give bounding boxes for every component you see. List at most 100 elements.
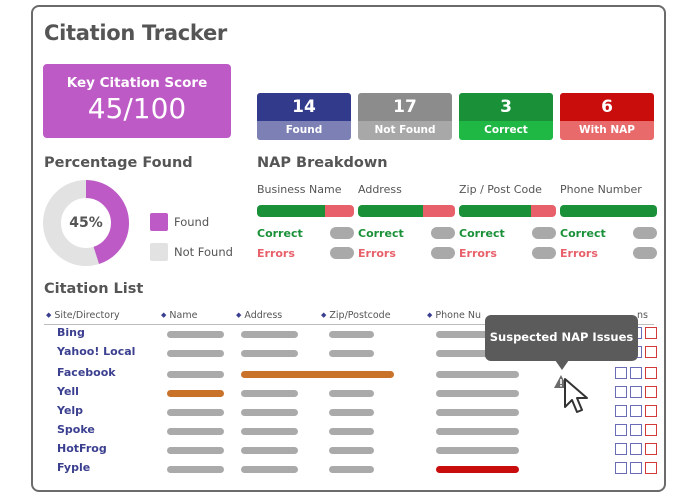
site-name[interactable]: Fyple (57, 461, 90, 474)
view-action-button[interactable] (615, 462, 627, 474)
errors-label: Errors (459, 246, 497, 260)
stat-value: 14 (257, 93, 351, 121)
address-value-bar (241, 331, 298, 338)
errors-count-placeholder (633, 247, 657, 259)
name-value-bar (167, 409, 224, 416)
column-header-label: Zip/Postcode (329, 310, 391, 321)
zip-value-bar (329, 350, 374, 357)
legend-label: Found (174, 215, 210, 229)
view-action-button[interactable] (615, 386, 627, 398)
stat-correct[interactable]: 3 Correct (459, 93, 553, 140)
nap-correct-segment (257, 205, 325, 217)
column-header-label: Site/Directory (54, 310, 120, 321)
delete-action-button[interactable] (645, 443, 657, 455)
address-value-bar (241, 428, 298, 435)
errors-label: Errors (257, 246, 295, 260)
stat-not-found[interactable]: 17 Not Found (358, 93, 452, 140)
nap-column-zip: Zip / Post Code Correct Errors (459, 183, 556, 260)
stat-value: 17 (358, 93, 452, 121)
column-header-site[interactable]: ◆ Site/Directory (46, 310, 120, 321)
nap-errors-row: Errors (560, 246, 657, 260)
name-value-bar (167, 466, 224, 473)
nap-progress-bar (459, 205, 556, 217)
address-value-bar (241, 350, 298, 357)
edit-action-button[interactable] (630, 367, 642, 379)
name-value-bar (167, 390, 224, 397)
edit-action-button[interactable] (630, 405, 642, 417)
nap-correct-row: Correct (358, 226, 455, 240)
view-action-button[interactable] (615, 405, 627, 417)
column-header-actions[interactable]: ns (637, 310, 648, 321)
column-header-label: Address (244, 310, 283, 321)
legend-label: Not Found (174, 245, 233, 259)
address-value-bar (241, 390, 298, 397)
zip-value-bar (329, 331, 374, 338)
errors-label: Errors (358, 246, 396, 260)
site-name[interactable]: Facebook (57, 366, 116, 379)
zip-value-bar (329, 447, 374, 454)
column-header-label: Phone Nu (435, 310, 481, 321)
view-action-button[interactable] (615, 367, 627, 379)
nap-correct-row: Correct (257, 226, 354, 240)
nap-progress-bar (257, 205, 354, 217)
name-value-bar (167, 350, 224, 357)
citation-row[interactable]: Fyple (44, 460, 657, 479)
nap-column-label: Business Name (257, 183, 342, 196)
name-value-bar (167, 447, 224, 454)
name-value-bar (167, 331, 224, 338)
column-header-name[interactable]: ◆ Name (161, 310, 197, 321)
delete-action-button[interactable] (645, 405, 657, 417)
edit-action-button[interactable] (630, 462, 642, 474)
citation-row[interactable]: Spoke (44, 422, 657, 441)
nap-column-business-name: Business Name Correct Errors (257, 183, 354, 260)
delete-action-button[interactable] (645, 462, 657, 474)
delete-action-button[interactable] (645, 367, 657, 379)
site-name[interactable]: Yahoo! Local (57, 345, 135, 358)
nap-progress-bar (560, 205, 657, 217)
site-name[interactable]: Yelp (57, 404, 83, 417)
delete-action-button[interactable] (645, 386, 657, 398)
nap-error-segment (324, 205, 354, 217)
citation-list-heading: Citation List (44, 281, 144, 297)
edit-action-button[interactable] (630, 424, 642, 436)
delete-action-button[interactable] (645, 346, 657, 358)
nap-error-segment (422, 205, 455, 217)
stat-label: Correct (459, 121, 553, 140)
stat-nap-errors[interactable]: 6 With NAP Errors (560, 93, 654, 140)
nap-column-label: Zip / Post Code (459, 183, 542, 196)
percentage-found-heading: Percentage Found (44, 155, 193, 171)
correct-count-placeholder (431, 227, 455, 239)
site-name[interactable]: Spoke (57, 423, 95, 436)
edit-action-button[interactable] (630, 386, 642, 398)
column-header-label: Name (169, 310, 198, 321)
phone-value-bar (436, 390, 519, 397)
nap-correct-segment (560, 205, 657, 217)
correct-count-placeholder (633, 227, 657, 239)
stat-found[interactable]: 14 Found (257, 93, 351, 140)
tooltip-arrow (555, 360, 569, 370)
view-action-button[interactable] (615, 443, 627, 455)
site-name[interactable]: Bing (57, 326, 85, 339)
correct-label: Correct (560, 226, 606, 240)
site-name[interactable]: Yell (57, 385, 79, 398)
address-value-bar (241, 447, 298, 454)
column-header-zip[interactable]: ◆ Zip/Postcode (321, 310, 391, 321)
column-header-label: ns (637, 310, 648, 321)
view-action-button[interactable] (615, 424, 627, 436)
donut-percentage-label: 45% (69, 215, 103, 231)
column-header-phone[interactable]: ◆ Phone Nu (427, 310, 481, 321)
nap-column-label: Phone Number (560, 183, 642, 196)
phone-value-bar (436, 409, 519, 416)
column-header-address[interactable]: ◆ Address (236, 310, 282, 321)
zip-value-bar (329, 390, 374, 397)
nap-breakdown-heading: NAP Breakdown (257, 155, 388, 171)
sort-icon: ◆ (46, 311, 52, 319)
edit-action-button[interactable] (630, 443, 642, 455)
delete-action-button[interactable] (645, 327, 657, 339)
nap-correct-segment (358, 205, 423, 217)
citation-row[interactable]: HotFrog (44, 441, 657, 460)
site-name[interactable]: HotFrog (57, 442, 107, 455)
stat-value: 6 (560, 93, 654, 121)
delete-action-button[interactable] (645, 424, 657, 436)
nap-progress-bar (358, 205, 455, 217)
